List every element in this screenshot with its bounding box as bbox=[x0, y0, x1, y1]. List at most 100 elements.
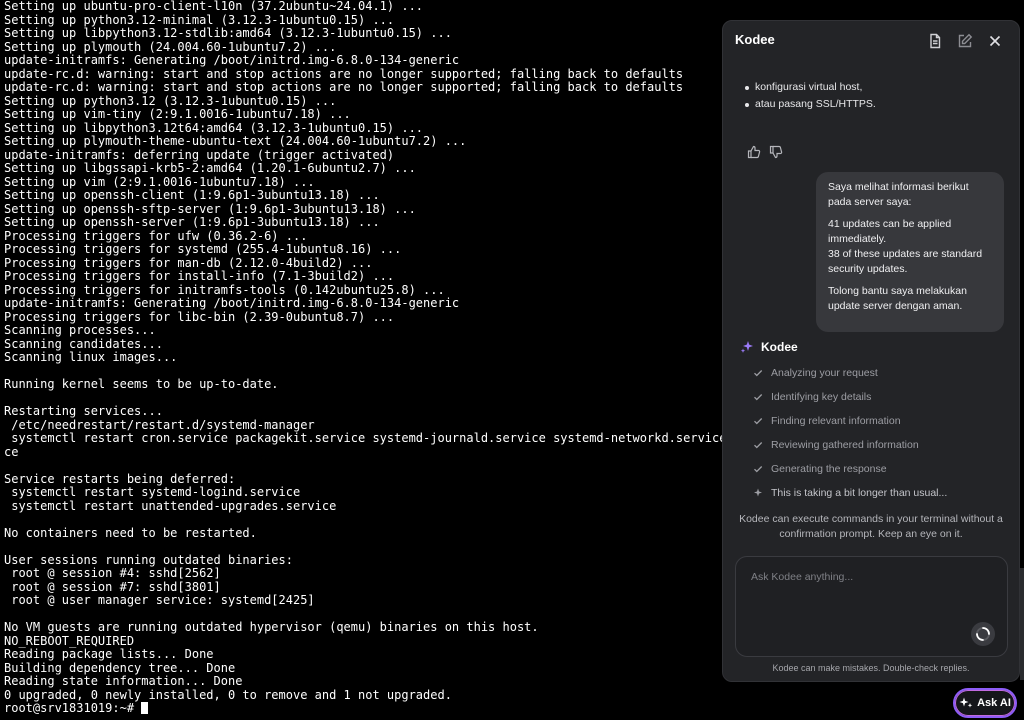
edit-icon[interactable] bbox=[956, 32, 974, 50]
chat-scroll-area[interactable]: konfigurasi virtual host, atau pasang SS… bbox=[723, 61, 1019, 501]
terminal-line: NO_REBOOT_REQUIRED bbox=[4, 633, 135, 648]
step-item: Analyzing your request bbox=[753, 361, 947, 385]
terminal-line: Reading package lists... Done bbox=[4, 647, 214, 661]
step-item: This is taking a bit longer than usual..… bbox=[753, 481, 947, 501]
terminal-line: root @ session #7: sshd[3801] bbox=[4, 579, 221, 594]
kodee-title: Kodee bbox=[735, 32, 775, 47]
step-label: Reviewing gathered information bbox=[771, 439, 919, 451]
list-item: atau pasang SSL/HTTPS. bbox=[743, 96, 876, 113]
terminal-line: Scanning candidates... bbox=[4, 336, 163, 351]
terminal-line: Setting up ubuntu-pro-client-l10n (37.2u… bbox=[4, 0, 424, 13]
terminal-output[interactable]: Setting up ubuntu-pro-client-l10n (37.2u… bbox=[0, 0, 722, 720]
step-item: Reviewing gathered information bbox=[753, 433, 947, 457]
terminal-line: Processing triggers for systemd (255.4-1… bbox=[4, 242, 402, 256]
ask-ai-label: Ask AI bbox=[977, 697, 1011, 709]
terminal-line: Scanning processes... bbox=[4, 323, 156, 337]
terminal-line: Setting up plymouth-theme-ubuntu-text (2… bbox=[4, 134, 467, 148]
check-icon bbox=[753, 440, 763, 450]
terminal-line: root @ session #4: sshd[2562] bbox=[4, 566, 221, 580]
chat-input[interactable] bbox=[736, 557, 1007, 656]
ask-ai-icon bbox=[959, 697, 973, 708]
user-message-text: Saya melihat informasi berikut pada serv… bbox=[828, 181, 969, 208]
terminal-line: Processing triggers for libc-bin (2.39-0… bbox=[4, 309, 395, 324]
terminal-line: Setting up python3.12-minimal (3.12.3-1u… bbox=[4, 12, 395, 27]
user-message-text: 38 of these updates are standard securit… bbox=[828, 248, 983, 275]
ask-ai-button[interactable]: Ask AI bbox=[953, 688, 1017, 718]
terminal-line: Reading state information... Done bbox=[4, 674, 243, 688]
step-label: Identifying key details bbox=[771, 391, 872, 403]
user-message-text: 41 updates can be applied immediately. bbox=[828, 218, 952, 245]
terminal-line: Restarting services... bbox=[4, 404, 163, 418]
step-label: Analyzing your request bbox=[771, 367, 878, 379]
terminal-line: Processing triggers for man-db (2.12.0-4… bbox=[4, 255, 373, 270]
check-icon bbox=[753, 416, 763, 426]
check-icon bbox=[753, 464, 763, 474]
terminal-line: update-rc.d: warning: start and stop act… bbox=[4, 66, 684, 81]
close-icon[interactable] bbox=[986, 32, 1004, 50]
terminal-line: root @ user manager service: systemd[242… bbox=[4, 593, 315, 607]
thumbs-up-icon[interactable] bbox=[747, 145, 761, 159]
user-message-text: Tolong bantu saya melakukan update serve… bbox=[828, 285, 967, 312]
terminal-line: No VM guests are running outdated hyperv… bbox=[4, 620, 539, 634]
chat-input-container bbox=[735, 556, 1008, 657]
terminal-access-disclaimer: Kodee can execute commands in your termi… bbox=[739, 513, 1003, 540]
terminal-line: Setting up libpython3.12-stdlib:amd64 (3… bbox=[4, 26, 452, 40]
step-item: Finding relevant information bbox=[753, 409, 947, 433]
thumbs-down-icon[interactable] bbox=[769, 145, 783, 159]
text-cursor bbox=[141, 702, 149, 714]
scrollbar[interactable] bbox=[1020, 568, 1024, 680]
terminal-line: Running kernel seems to be up-to-date. bbox=[4, 377, 279, 391]
kodee-header: Kodee bbox=[723, 21, 1019, 61]
list-item: konfigurasi virtual host, bbox=[743, 79, 876, 96]
user-message-bubble: Saya melihat informasi berikut pada serv… bbox=[816, 172, 1004, 332]
assistant-header: Kodee bbox=[740, 340, 798, 354]
step-label: This is taking a bit longer than usual..… bbox=[771, 487, 948, 499]
bullet-list: konfigurasi virtual host, atau pasang SS… bbox=[743, 79, 876, 113]
terminal-line: Processing triggers for ufw (0.36.2-6) .… bbox=[4, 228, 308, 243]
terminal-line: Processing triggers for initramfs-tools … bbox=[4, 282, 445, 297]
step-label: Finding relevant information bbox=[771, 415, 901, 427]
terminal-line: Building dependency tree... Done bbox=[4, 660, 236, 675]
check-icon bbox=[753, 392, 763, 402]
terminal-line: User sessions running outdated binaries: bbox=[4, 552, 293, 567]
terminal-line: update-rc.d: warning: start and stop act… bbox=[4, 80, 684, 94]
kodee-panel: Kodee konfigurasi virtual host, atau pas… bbox=[722, 20, 1020, 682]
terminal-line: systemctl restart cron.service packageki… bbox=[4, 431, 722, 445]
mistakes-footnote: Kodee can make mistakes. Double-check re… bbox=[772, 663, 970, 673]
assistant-name: Kodee bbox=[761, 340, 798, 354]
terminal-line: Processing triggers for install-info (7.… bbox=[4, 269, 395, 283]
terminal-line: systemctl restart unattended-upgrades.se… bbox=[4, 498, 337, 513]
terminal-line: ce bbox=[4, 444, 19, 459]
document-icon[interactable] bbox=[926, 32, 944, 50]
terminal-line: /etc/needrestart/restart.d/systemd-manag… bbox=[4, 417, 315, 432]
terminal-prompt-line[interactable]: root@srv1831019:~# bbox=[4, 701, 722, 716]
terminal-line: Setting up vim (2:9.1.0016-1ubuntu7.18) … bbox=[4, 174, 315, 189]
terminal-line: update-initramfs: Generating /boot/initr… bbox=[4, 296, 460, 310]
terminal-line: Setting up python3.12 (3.12.3-1ubuntu0.1… bbox=[4, 93, 337, 108]
terminal-line: update-initramfs: Generating /boot/initr… bbox=[4, 53, 460, 67]
step-item: Generating the response bbox=[753, 457, 947, 481]
terminal-line: update-initramfs: deferring update (trig… bbox=[4, 147, 395, 162]
terminal-line: Setting up vim-tiny (2:9.1.0016-1ubuntu7… bbox=[4, 107, 351, 121]
terminal-line: Setting up libgssapi-krb5-2:amd64 (1.20.… bbox=[4, 161, 416, 175]
step-label: Generating the response bbox=[771, 463, 887, 475]
check-icon bbox=[753, 368, 763, 378]
terminal-line: No containers need to be restarted. bbox=[4, 525, 257, 540]
terminal-line: systemctl restart systemd-logind.service bbox=[4, 485, 301, 499]
kodee-logo-icon bbox=[740, 340, 754, 354]
terminal-line: Scanning linux images... bbox=[4, 350, 178, 364]
feedback-group bbox=[747, 145, 783, 159]
terminal-line: Setting up openssh-server (1:9.6p1-3ubun… bbox=[4, 215, 380, 229]
shell-prompt: root@srv1831019:~# bbox=[4, 701, 142, 715]
sparkle-icon bbox=[753, 488, 763, 498]
loading-spinner-icon[interactable] bbox=[971, 622, 995, 646]
terminal-line: 0 upgraded, 0 newly installed, 0 to remo… bbox=[4, 687, 452, 702]
terminal-line: Service restarts being deferred: bbox=[4, 471, 236, 486]
terminal-line: Setting up openssh-client (1:9.6p1-3ubun… bbox=[4, 188, 380, 202]
progress-steps: Analyzing your request Identifying key d… bbox=[753, 361, 947, 501]
